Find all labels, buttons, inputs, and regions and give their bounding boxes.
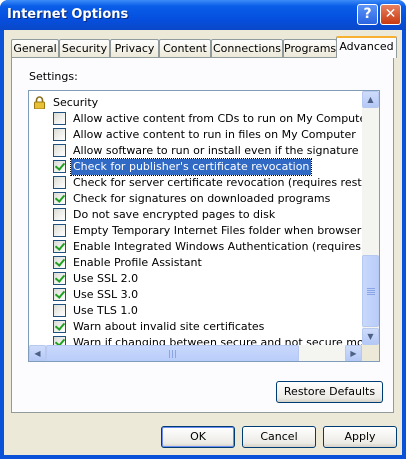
close-icon: ✕ xyxy=(384,6,397,22)
setting-label: Enable Profile Assistant xyxy=(73,256,202,269)
setting-label: Empty Temporary Internet Files folder wh… xyxy=(73,224,380,237)
vertical-scroll-thumb[interactable] xyxy=(362,255,379,327)
checkbox[interactable] xyxy=(53,256,66,269)
ok-button[interactable]: OK xyxy=(161,426,235,448)
setting-label: Use SSL 3.0 xyxy=(73,288,139,301)
dialog-body: General Security Privacy Content Connect… xyxy=(4,30,402,455)
setting-label: Warn about invalid site certificates xyxy=(73,320,265,333)
grip-icon xyxy=(169,350,177,358)
arrow-right-icon: ▶ xyxy=(350,349,357,358)
checkbox[interactable] xyxy=(53,208,66,221)
tab-advanced[interactable]: Advanced xyxy=(336,36,397,58)
setting-label: Allow active content from CDs to run on … xyxy=(73,112,371,125)
setting-label: Allow software to run or install even if… xyxy=(73,144,380,157)
close-button[interactable]: ✕ xyxy=(380,4,401,25)
checkbox[interactable] xyxy=(53,144,66,157)
tab-security[interactable]: Security xyxy=(59,39,110,57)
horizontal-scrollbar[interactable]: ◀ ▶ xyxy=(29,345,362,361)
group-header-label: Security xyxy=(53,96,99,109)
checkbox[interactable] xyxy=(53,160,66,173)
settings-label-text: Settings: xyxy=(29,70,78,83)
lock-icon xyxy=(34,96,45,109)
scroll-up-button[interactable]: ▲ xyxy=(362,91,379,108)
setting-label: Use SSL 2.0 xyxy=(73,272,139,285)
help-button[interactable]: ? xyxy=(357,4,378,25)
vertical-scrollbar[interactable]: ▲ ▼ xyxy=(362,91,379,345)
checkbox[interactable] xyxy=(53,128,66,141)
tab-general[interactable]: General xyxy=(11,39,59,57)
checkbox[interactable] xyxy=(53,288,66,301)
tab-content[interactable]: Content xyxy=(159,39,211,57)
cancel-button[interactable]: Cancel xyxy=(242,426,316,448)
checkbox[interactable] xyxy=(53,224,66,237)
checkbox[interactable] xyxy=(53,176,66,189)
scrollbar-corner xyxy=(362,345,379,361)
checkbox[interactable] xyxy=(53,240,66,253)
checkbox[interactable] xyxy=(53,272,66,285)
arrow-up-icon: ▲ xyxy=(367,95,374,104)
checkbox[interactable] xyxy=(53,192,66,205)
checkbox[interactable] xyxy=(53,304,66,317)
settings-label: Settings: xyxy=(29,70,78,83)
internet-options-window: Internet Options ? ✕ General Security Pr… xyxy=(0,0,406,459)
apply-button[interactable]: Apply xyxy=(323,426,397,448)
checkbox[interactable] xyxy=(53,320,66,333)
setting-label: Check for signatures on downloaded progr… xyxy=(73,192,331,205)
setting-label: Enable Integrated Windows Authentication… xyxy=(73,240,380,253)
setting-label: Use TLS 1.0 xyxy=(73,304,138,317)
setting-label: Check for server certificate revocation … xyxy=(73,176,380,189)
tab-connections[interactable]: Connections xyxy=(211,39,283,57)
horizontal-scroll-thumb[interactable] xyxy=(46,345,299,361)
scroll-left-button[interactable]: ◀ xyxy=(29,345,46,361)
grip-icon xyxy=(367,288,375,295)
scroll-down-button[interactable]: ▼ xyxy=(362,328,379,345)
settings-list[interactable]: Security Allow active content from CDs t… xyxy=(28,90,380,362)
setting-label: Allow active content to run in files on … xyxy=(73,128,356,141)
scroll-right-button[interactable]: ▶ xyxy=(345,345,362,361)
setting-label-selected: Check for publisher's certificate revoca… xyxy=(69,158,313,176)
tab-programs[interactable]: Programs xyxy=(283,39,337,57)
arrow-down-icon: ▼ xyxy=(367,332,374,341)
checkbox[interactable] xyxy=(53,112,66,125)
advanced-tab-panel: Settings: Security Allow active content … xyxy=(11,57,394,413)
window-title: Internet Options xyxy=(7,7,129,22)
setting-label: Do not save encrypted pages to disk xyxy=(73,208,276,221)
question-mark-icon: ? xyxy=(363,6,372,22)
arrow-left-icon: ◀ xyxy=(34,349,41,358)
restore-defaults-button[interactable]: Restore Defaults xyxy=(276,381,383,403)
tab-privacy[interactable]: Privacy xyxy=(110,39,159,57)
title-bar[interactable]: Internet Options ? ✕ xyxy=(0,0,406,30)
